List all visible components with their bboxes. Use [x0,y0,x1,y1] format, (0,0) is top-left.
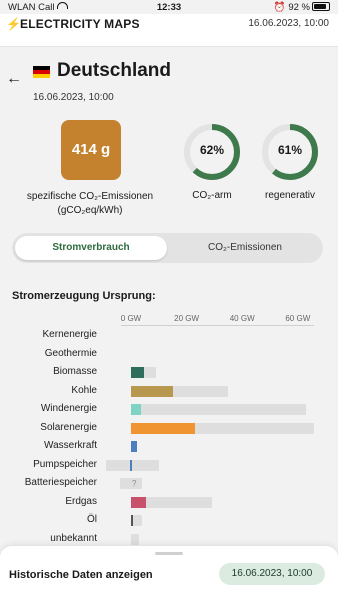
app-bar-date[interactable]: 16.06.2023, 10:00 [248,18,329,29]
battery-percent: 92 % [288,2,310,13]
x-tick-label: 20 GW [174,314,200,323]
production-bar[interactable] [131,496,147,508]
x-axis-line [121,325,315,326]
app-bar: ⚡ ELECTRICITY MAPS 16.06.2023, 10:00 [0,14,338,47]
category-label: Kohle [71,384,97,396]
history-label[interactable]: Historische Daten anzeigen [9,569,153,581]
category-label: Solarenergie [40,421,97,433]
capacity-bar [105,459,159,471]
zone-title: Deutschland [57,60,172,81]
category-label: Batteriespeicher [24,477,97,488]
carbon-intensity-tile[interactable]: 414 g [61,120,121,180]
production-bar[interactable] [129,459,132,471]
x-tick-label: 60 GW [285,314,311,323]
category-label: unbekannt [50,532,97,544]
category-label: Erdgas [65,495,97,507]
tab-co2-emissionen[interactable]: CO₂-Emissionen [170,236,320,260]
category-label: Biomasse [53,366,97,377]
x-tick-label: 40 GW [229,314,255,323]
production-bar[interactable] [131,404,141,415]
low-carbon-value: 62% [199,143,225,157]
production-bar[interactable] [131,367,144,378]
battery-icon [312,2,330,11]
production-bar[interactable] [131,515,133,526]
carbon-intensity-label: spezifische CO₂-Emissionen (gCO₂eq/kWh) [26,191,154,216]
app-title: ELECTRICITY MAPS [20,17,140,31]
zone-datetime: 16.06.2023, 10:00 [33,92,114,103]
capacity-bar [131,533,140,545]
renewable-value: 61% [277,143,303,157]
category-label: Wasserkraft [44,440,97,451]
alarm-icon: ⏰ [273,2,286,13]
section-title: Stromerzeugung Ursprung: [12,290,156,302]
category-label: Kernenergie [42,329,97,340]
unknown-value-marker: ? [132,479,137,488]
x-tick-label: 0 GW [120,314,142,323]
lightning-logo-icon: ⚡ [6,17,21,31]
status-bar: WLAN Call 12:33 ⏰ 92 % [0,0,338,14]
back-arrow-icon[interactable]: ← [6,70,22,88]
category-label: Öl [87,514,97,525]
production-bar[interactable] [131,422,195,434]
renewable-label: regenerativ [264,190,316,201]
category-label: Windenergie [40,403,97,414]
low-carbon-label: CO₂-arm [192,190,232,201]
view-toggle: Stromverbrauch CO₂-Emissionen [12,233,323,263]
germany-flag-icon [33,66,50,78]
drag-handle[interactable] [155,552,183,555]
history-date-pill[interactable]: 16.06.2023, 10:00 [219,563,325,585]
production-bar[interactable] [131,385,173,397]
production-bar[interactable] [131,441,137,452]
renewable-ring[interactable]: 61% [260,122,320,182]
capacity-bar [131,404,307,415]
category-label: Geothermie [44,347,97,359]
category-label: Pumpspeicher [33,458,97,470]
bottom-sheet[interactable]: Historische Daten anzeigen 16.06.2023, 1… [0,546,338,600]
tab-stromverbrauch[interactable]: Stromverbrauch [15,236,167,260]
production-chart: 0 GW 20 GW 40 GW 60 GW Kernenergie Geothermie… [0,305,338,550]
low-carbon-ring[interactable]: 62% [182,122,242,182]
capacity-bar [119,478,143,489]
